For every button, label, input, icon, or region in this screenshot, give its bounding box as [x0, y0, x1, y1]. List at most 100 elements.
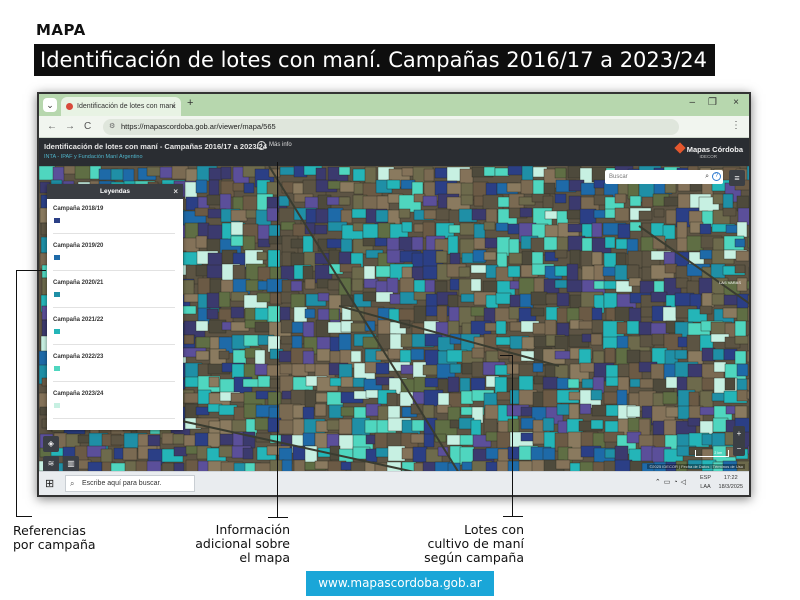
peanut-lot[interactable] — [302, 432, 316, 447]
field[interactable] — [676, 221, 688, 241]
field[interactable] — [172, 433, 185, 445]
peanut-lot[interactable] — [317, 292, 330, 302]
peanut-lot[interactable] — [495, 292, 512, 305]
field[interactable] — [604, 347, 616, 364]
peanut-lot[interactable] — [674, 349, 688, 360]
peanut-lot[interactable] — [556, 292, 570, 307]
peanut-lot[interactable] — [314, 224, 328, 235]
close-window-button[interactable]: × — [733, 97, 739, 108]
taskbar-search-input[interactable]: ⌕ Escribe aquí para buscar. — [65, 475, 195, 492]
peanut-lot[interactable] — [195, 406, 210, 416]
peanut-lot[interactable] — [566, 263, 579, 282]
field[interactable] — [471, 347, 485, 359]
peanut-lot[interactable] — [230, 221, 244, 236]
peanut-lot[interactable] — [350, 350, 362, 363]
peanut-lot[interactable] — [556, 322, 570, 337]
field[interactable] — [328, 308, 340, 321]
field[interactable] — [591, 251, 603, 266]
field[interactable] — [171, 166, 189, 180]
field[interactable] — [362, 291, 377, 302]
peanut-lot[interactable] — [746, 166, 749, 183]
field[interactable] — [543, 182, 556, 195]
peanut-lot[interactable] — [423, 433, 435, 448]
field[interactable] — [650, 363, 665, 381]
peanut-lot[interactable] — [401, 221, 413, 233]
zoom-out-button[interactable]: − — [733, 441, 745, 456]
peanut-lot[interactable] — [591, 222, 603, 238]
field[interactable] — [628, 277, 642, 287]
field[interactable] — [269, 266, 283, 280]
peanut-lot[interactable] — [496, 252, 508, 268]
field[interactable] — [290, 293, 306, 309]
field[interactable] — [460, 194, 474, 206]
peanut-lot[interactable] — [338, 333, 352, 352]
peanut-lot[interactable] — [736, 363, 749, 377]
field[interactable] — [747, 306, 749, 322]
field[interactable] — [74, 166, 93, 180]
peanut-lot[interactable] — [375, 362, 390, 375]
minimize-button[interactable]: – — [689, 97, 695, 108]
peanut-lot[interactable] — [182, 305, 197, 315]
field[interactable] — [722, 207, 737, 217]
field[interactable] — [195, 264, 209, 277]
browser-tab[interactable]: Identificación de lotes con maní × — [61, 97, 181, 116]
tab-close-icon[interactable]: × — [171, 97, 176, 116]
field[interactable] — [711, 293, 726, 306]
peanut-lot[interactable] — [650, 291, 668, 303]
peanut-lot[interactable] — [422, 195, 438, 207]
field[interactable] — [340, 209, 353, 224]
peanut-lot[interactable] — [699, 249, 713, 260]
windows-start-icon[interactable]: ⊞ — [45, 477, 54, 490]
peanut-lot[interactable] — [470, 419, 482, 437]
field[interactable] — [686, 235, 704, 252]
peanut-lot[interactable] — [365, 448, 378, 463]
field[interactable] — [506, 363, 520, 375]
field[interactable] — [567, 166, 582, 179]
peanut-lot[interactable] — [207, 224, 224, 242]
peanut-lot[interactable] — [411, 236, 424, 251]
field[interactable] — [747, 236, 749, 249]
peanut-lot[interactable] — [195, 320, 209, 332]
field[interactable] — [218, 291, 231, 308]
peanut-lot[interactable] — [459, 377, 471, 393]
field[interactable] — [724, 377, 736, 391]
peanut-lot[interactable] — [365, 389, 379, 399]
field[interactable] — [410, 433, 426, 444]
field[interactable] — [556, 236, 569, 252]
field[interactable] — [662, 391, 678, 405]
peanut-lot[interactable] — [290, 280, 303, 292]
zoom-in-button[interactable]: + — [733, 426, 745, 441]
peanut-lot[interactable] — [554, 193, 567, 204]
field[interactable] — [746, 350, 749, 363]
peanut-lot[interactable] — [713, 361, 727, 373]
peanut-lot[interactable] — [460, 390, 474, 405]
peanut-lot[interactable] — [39, 166, 56, 181]
peanut-lot[interactable] — [677, 336, 689, 348]
peanut-lot[interactable] — [386, 179, 401, 190]
field[interactable] — [651, 333, 665, 346]
peanut-lot[interactable] — [206, 308, 219, 320]
field[interactable] — [197, 277, 211, 296]
peanut-lot[interactable] — [554, 279, 568, 289]
peanut-lot[interactable] — [147, 434, 161, 447]
field[interactable] — [340, 376, 355, 388]
forward-icon[interactable]: → — [65, 121, 75, 132]
field[interactable] — [350, 322, 368, 333]
field[interactable] — [530, 307, 545, 317]
reload-icon[interactable]: C — [84, 121, 91, 132]
field[interactable] — [641, 196, 654, 208]
site-info-icon[interactable]: ⚙ — [109, 119, 115, 135]
map-search-input[interactable]: Buscar ⌕ ? — [605, 170, 723, 184]
peanut-lot[interactable] — [747, 445, 749, 455]
field[interactable] — [507, 418, 520, 435]
new-tab-button[interactable]: + — [187, 97, 193, 109]
peanut-lot[interactable] — [722, 193, 734, 210]
field[interactable] — [435, 208, 452, 221]
peanut-lot[interactable] — [651, 347, 668, 365]
peanut-lot[interactable] — [267, 249, 281, 269]
peanut-lot[interactable] — [302, 406, 315, 421]
field[interactable] — [314, 403, 327, 417]
peanut-lot[interactable] — [220, 166, 232, 180]
field[interactable] — [483, 251, 497, 261]
map-menu-button[interactable]: ≡ — [729, 170, 745, 186]
